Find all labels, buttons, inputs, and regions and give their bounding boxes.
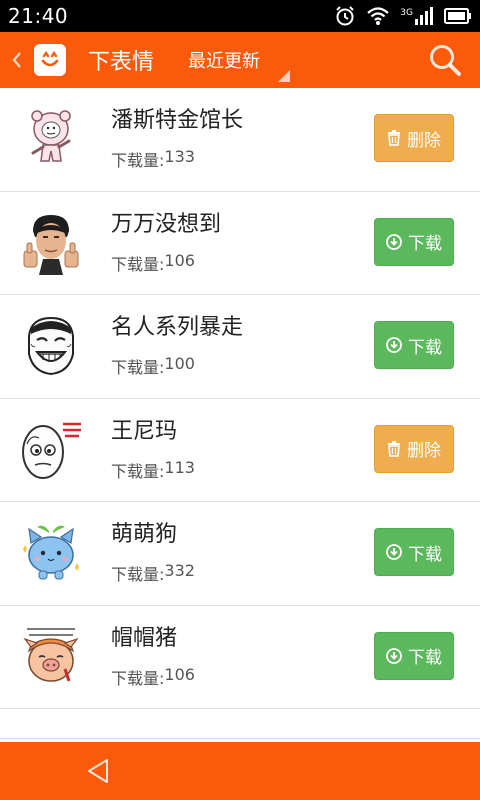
- item-info: 名人系列暴走 下载量: 100: [111, 314, 243, 378]
- item-name: 万万没想到: [111, 211, 222, 237]
- download-count-label: 下载量:: [111, 358, 165, 378]
- wang-nima-face-icon: [19, 418, 83, 482]
- list-item[interactable]: [0, 709, 480, 739]
- download-count: 下载量: 113: [111, 458, 195, 482]
- cute-blue-dog-icon: [19, 521, 83, 585]
- download-count-label: 下载量:: [111, 668, 165, 688]
- list-item[interactable]: 萌萌狗 下载量: 332 下载: [0, 502, 480, 606]
- thumbs-up-man-meme-icon: [19, 211, 83, 275]
- nav-bar: [0, 742, 480, 800]
- download-count-label: 下载量:: [111, 565, 165, 585]
- sort-dropdown[interactable]: 最近更新: [188, 32, 291, 88]
- download-count: 下载量: 100: [111, 354, 243, 378]
- delete-button[interactable]: 删除: [374, 114, 454, 162]
- app-logo: [34, 44, 66, 76]
- download-button[interactable]: 下载: [374, 631, 454, 680]
- item-info: 万万没想到 下载量: 106: [111, 211, 221, 275]
- item-name: 王尼玛: [111, 418, 178, 444]
- download-circle-icon: [386, 233, 402, 250]
- download-button[interactable]: 下载: [374, 321, 454, 369]
- download-count-label: 下载量:: [111, 254, 165, 274]
- download-count-value: 332: [164, 561, 195, 581]
- hat-pig-icon: [19, 625, 83, 689]
- list-item[interactable]: 王尼玛 下载量: 113 删除: [0, 399, 480, 502]
- list-item[interactable]: 名人系列暴走 下载量: 100 下载: [0, 295, 480, 399]
- signal-bars-icon: [415, 7, 433, 25]
- status-bar: 21:40 3G: [0, 0, 480, 32]
- app-title: 下表情: [88, 50, 155, 75]
- download-count: 下载量: 332: [111, 561, 195, 585]
- status-time: 21:40: [8, 4, 69, 28]
- download-count: 下载量: 106: [111, 251, 221, 275]
- action-label: 下载: [408, 337, 442, 358]
- partial-thumbnail: [19, 692, 83, 743]
- back-button[interactable]: [0, 32, 34, 88]
- item-info: 萌萌狗 下载量: 332: [111, 521, 195, 585]
- sticker-pack-list: 潘斯特金馆长 下载量: 133 删除 万万没想到 下载量: 106 下载 名人系…: [0, 88, 480, 742]
- item-name: 名人系列暴走: [111, 315, 244, 341]
- dropdown-corner-icon: [278, 70, 291, 82]
- action-label: 下载: [408, 648, 442, 668]
- download-button[interactable]: 下载: [374, 528, 454, 576]
- item-info: 王尼玛 下载量: 113: [111, 418, 195, 482]
- battery-icon: [444, 8, 472, 24]
- action-label: 删除: [407, 130, 441, 151]
- download-count-value: 113: [164, 457, 195, 477]
- download-count-value: 133: [164, 147, 195, 167]
- search-icon: [430, 45, 461, 76]
- status-icons: 3G: [334, 5, 472, 27]
- download-count-label: 下载量:: [111, 461, 165, 481]
- baozou-pink-bear-meme-icon: [19, 107, 83, 171]
- trash-icon: [388, 130, 400, 146]
- nav-back-button[interactable]: [86, 742, 114, 800]
- item-info: 潘斯特金馆长 下载量: 133: [111, 107, 243, 171]
- wifi-icon: [366, 6, 390, 26]
- network-type-label: 3G: [400, 8, 413, 18]
- download-count: 下载量: 106: [111, 665, 195, 689]
- item-info: 帽帽猪 下载量: 106: [111, 625, 195, 689]
- search-button[interactable]: [410, 32, 480, 88]
- download-count-value: 100: [164, 354, 195, 374]
- app-bar: 下表情 最近更新: [0, 32, 480, 88]
- action-label: 下载: [408, 234, 442, 254]
- download-count-value: 106: [164, 250, 195, 270]
- smiley-logo-icon: [41, 50, 59, 67]
- laughing-man-rage-face-icon: [19, 314, 83, 378]
- item-name: 帽帽猪: [111, 625, 178, 651]
- trash-icon: [388, 440, 400, 457]
- download-count: 下载量: 133: [111, 147, 243, 171]
- download-circle-icon: [386, 647, 402, 664]
- action-label: 下载: [408, 544, 442, 565]
- download-circle-icon: [386, 337, 402, 353]
- download-count-label: 下载量:: [111, 151, 165, 171]
- chevron-left-icon: [12, 52, 21, 68]
- cell-signal: 3G: [400, 6, 434, 26]
- download-count-value: 106: [164, 664, 195, 684]
- item-name: 萌萌狗: [111, 522, 178, 548]
- sort-label: 最近更新: [188, 51, 261, 72]
- download-button[interactable]: 下载: [374, 217, 454, 266]
- list-item[interactable]: 潘斯特金馆长 下载量: 133 删除: [0, 88, 480, 192]
- delete-button[interactable]: 删除: [374, 424, 454, 473]
- action-label: 删除: [407, 441, 441, 461]
- item-name: 潘斯特金馆长: [111, 108, 244, 134]
- list-item[interactable]: 万万没想到 下载量: 106 下载: [0, 192, 480, 295]
- triangle-back-icon: [88, 759, 108, 783]
- alarm-clock-icon: [334, 5, 356, 27]
- download-circle-icon: [386, 544, 402, 560]
